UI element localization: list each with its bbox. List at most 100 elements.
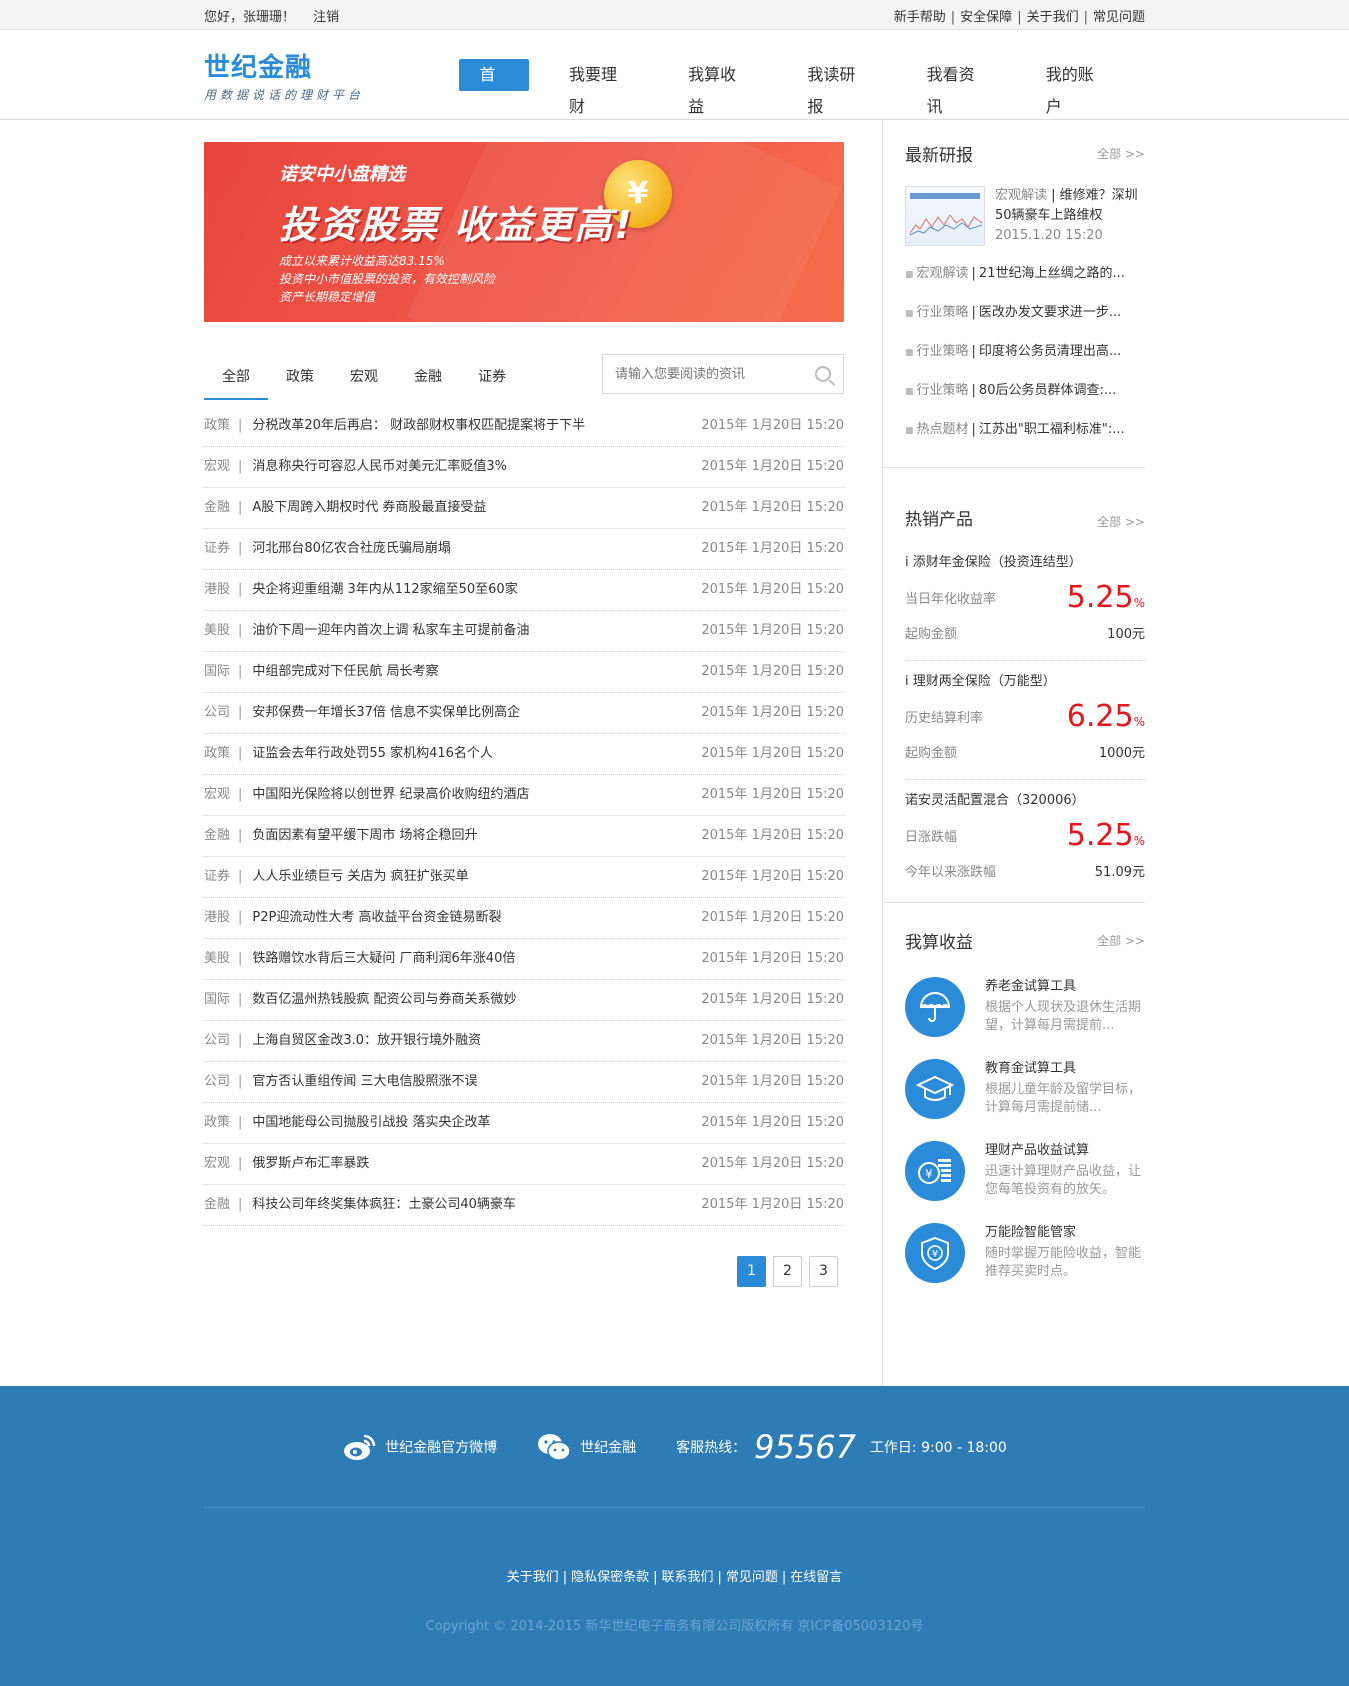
news-title[interactable]: 安邦保费一年增长37倍 信息不实保单比例高企 (252, 693, 701, 733)
news-row[interactable]: 公司 | 上海自贸区金改3.0：放开银行境外融资 2015年 1月20日 15:20 (204, 1021, 844, 1062)
news-title[interactable]: 铁路赠饮水背后三大疑问 厂商利润6年涨40倍 (252, 939, 701, 979)
news-title[interactable]: 油价下周一迎年内首次上调 私家车主可提前备油 (252, 611, 701, 651)
product-rate-value: 5.25 (1066, 817, 1134, 853)
nav-account[interactable]: 我的账户 (1026, 59, 1125, 116)
security-link[interactable]: 安全保障 (960, 10, 1012, 25)
report-item[interactable]: ■ 行业策略 | 80后公务员群体调查:... (905, 371, 1145, 410)
products-title: 热销产品 (905, 510, 973, 530)
logo[interactable]: 世纪金融 用数据说话的理财平台 (204, 47, 454, 103)
tool-item[interactable]: 教育金试算工具 根据儿童年龄及留学目标，计算每月需提前储... (905, 1059, 1145, 1141)
nav-news[interactable]: 我看资讯 (907, 59, 1006, 116)
footer-contact-link[interactable]: 联系我们 (661, 1570, 713, 1585)
report-item[interactable]: ■ 行业策略 | 医改办发文要求进一步... (905, 293, 1145, 332)
news-title[interactable]: 中组部完成对下任民航 局长考察 (252, 652, 701, 692)
reports-more-link[interactable]: 全部 >> (1097, 145, 1145, 162)
logout-link[interactable]: 注销 (313, 10, 339, 25)
news-title[interactable]: P2P迎流动性大考 高收益平台资金链易断裂 (252, 898, 701, 938)
news-row[interactable]: 证券 | 人人乐业绩巨亏 关店为 疯狂扩张买单 2015年 1月20日 15:20 (204, 857, 844, 898)
news-row[interactable]: 政策 | 证监会去年行政处罚55 家机构416名个人 2015年 1月20日 15:2… (204, 734, 844, 775)
news-date: 2015年 1月20日 15:20 (701, 541, 844, 556)
tab-securities[interactable]: 证券 (460, 360, 524, 400)
help-link[interactable]: 新手帮助 (894, 10, 946, 25)
news-row[interactable]: 证券 | 河北邢台80亿农合社庞氏骗局崩塌 2015年 1月20日 15:20 (204, 529, 844, 570)
product-card[interactable]: 诺安灵活配置混合（320006） 日涨跌幅 5.25% 今年以来涨跌幅 51.09元 (905, 780, 1145, 898)
page-1-button[interactable]: 1 (737, 1256, 766, 1287)
news-category: 国际 (204, 992, 231, 1007)
search-input[interactable] (615, 366, 815, 382)
tab-all[interactable]: 全部 (204, 360, 268, 400)
news-title[interactable]: A股下周跨入期权时代 券商股最直接受益 (252, 488, 701, 528)
news-row[interactable]: 金融 | 科技公司年终奖集体疯狂：土豪公司40辆豪车 2015年 1月20日 15:2… (204, 1185, 844, 1226)
news-row[interactable]: 美股 | 铁路赠饮水背后三大疑问 厂商利润6年涨40倍 2015年 1月20日 15:… (204, 939, 844, 980)
nav-reports[interactable]: 我读研报 (787, 59, 886, 116)
news-row[interactable]: 宏观 | 中国阳光保险将以创世界 纪录高价收购纽约酒店 2015年 1月20日 15:… (204, 775, 844, 816)
footer-faq-link[interactable]: 常见问题 (726, 1570, 778, 1585)
news-title[interactable]: 证监会去年行政处罚55 家机构416名个人 (252, 734, 701, 774)
news-title[interactable]: 负面因素有望平缓下周市 场将企稳回升 (252, 816, 701, 856)
news-title[interactable]: 数百亿温州热钱股疯 配资公司与券商关系微妙 (252, 980, 701, 1020)
news-separator: | (238, 746, 243, 761)
promo-banner[interactable]: ¥ 诺安中小盘精选 投资股票 收益更高! 成立以来累计收益高达83.15% 投资… (204, 142, 844, 322)
news-row[interactable]: 金融 | A股下周跨入期权时代 券商股最直接受益 2015年 1月20日 15:20 (204, 488, 844, 529)
news-title[interactable]: 上海自贸区金改3.0：放开银行境外融资 (252, 1021, 701, 1061)
wechat-link[interactable]: 世纪金融 (537, 1432, 636, 1462)
news-row[interactable]: 港股 | 央企将迎重组潮 3年内从112家缩至50至60家 2015年 1月20日 1… (204, 570, 844, 611)
tab-finance[interactable]: 金融 (396, 360, 460, 400)
tool-item[interactable]: ¥ 理财产品收益试算 迅速计算理财产品收益，让您每笔投资有的放矢。 (905, 1141, 1145, 1223)
page-2-button[interactable]: 2 (773, 1256, 802, 1287)
news-row[interactable]: 美股 | 油价下周一迎年内首次上调 私家车主可提前备油 2015年 1月20日 15:… (204, 611, 844, 652)
news-date: 2015年 1月20日 15:20 (701, 910, 844, 925)
nav-invest[interactable]: 我要理财 (549, 59, 648, 116)
news-title[interactable]: 中国地能母公司抛股引战投 落实央企改革 (252, 1103, 701, 1143)
news-title[interactable]: 央企将迎重组潮 3年内从112家缩至50至60家 (252, 570, 701, 610)
news-title[interactable]: 中国阳光保险将以创世界 纪录高价收购纽约酒店 (252, 775, 701, 815)
product-card[interactable]: i 理财两全保险（万能型） 历史结算利率 6.25% 起购金额 1000元 (905, 661, 1145, 780)
product-card[interactable]: i 添财年金保险（投资连结型） 当日年化收益率 5.25% 起购金额 100元 (905, 542, 1145, 661)
news-title[interactable]: 俄罗斯卢布汇率暴跌 (252, 1144, 701, 1184)
about-link[interactable]: 关于我们 (1027, 10, 1079, 25)
report-item-title: 21世纪海上丝绸之路的... (978, 266, 1125, 281)
faq-link[interactable]: 常见问题 (1093, 10, 1145, 25)
news-title[interactable]: 科技公司年终奖集体疯狂：土豪公司40辆豪车 (252, 1185, 701, 1225)
news-row[interactable]: 宏观 | 消息称央行可容忍人民币对美元汇率贬值3% 2015年 1月20日 15:20 (204, 447, 844, 488)
news-row[interactable]: 公司 | 安邦保费一年增长37倍 信息不实保单比例高企 2015年 1月20日 15:… (204, 693, 844, 734)
tab-macro[interactable]: 宏观 (332, 360, 396, 400)
footer-privacy-link[interactable]: 隐私保密条款 (571, 1570, 649, 1585)
tools-more-link[interactable]: 全部 >> (1097, 932, 1145, 949)
page-3-button[interactable]: 3 (809, 1256, 838, 1287)
footer-message-link[interactable]: 在线留言 (790, 1570, 842, 1585)
news-title[interactable]: 河北邢台80亿农合社庞氏骗局崩塌 (252, 529, 701, 569)
report-item[interactable]: ■ 行业策略 | 印度将公务员清理出高... (905, 332, 1145, 371)
news-title[interactable]: 分税改革20年后再启： 财政部财权事权匹配提案将于下半 (252, 406, 701, 446)
logo-slogan: 用数据说话的理财平台 (204, 88, 365, 102)
tool-item[interactable]: ¥ 万能险智能管家 随时掌握万能险收益，智能推荐买卖时点。 (905, 1223, 1145, 1305)
news-row[interactable]: 港股 | P2P迎流动性大考 高收益平台资金链易断裂 2015年 1月20日 15:2… (204, 898, 844, 939)
report-item[interactable]: ■ 宏观解读 | 21世纪海上丝绸之路的... (905, 254, 1145, 293)
tool-item[interactable]: 养老金试算工具 根据个人现状及退休生活期望，计算每月需提前... (905, 977, 1145, 1059)
nav-home[interactable]: 首页 (459, 59, 529, 116)
footer-about-link[interactable]: 关于我们 (507, 1570, 559, 1585)
svg-text:¥: ¥ (932, 1249, 938, 1260)
news-row[interactable]: 金融 | 负面因素有望平缓下周市 场将企稳回升 2015年 1月20日 15:20 (204, 816, 844, 857)
news-row[interactable]: 公司 | 官方否认重组传闻 三大电信股照涨不误 2015年 1月20日 15:20 (204, 1062, 844, 1103)
search-icon[interactable] (815, 366, 831, 382)
svg-text:¥: ¥ (925, 1167, 933, 1181)
news-separator: | (238, 951, 243, 966)
weibo-link[interactable]: 世纪金融官方微博 (342, 1432, 497, 1462)
news-category: 政策 (204, 418, 231, 433)
products-more-link[interactable]: 全部 >> (1097, 513, 1145, 530)
news-row[interactable]: 国际 | 中组部完成对下任民航 局长考察 2015年 1月20日 15:20 (204, 652, 844, 693)
report-item[interactable]: ■ 热点题材 | 江苏出"职工福利标准":... (905, 410, 1145, 449)
news-row[interactable]: 政策 | 中国地能母公司抛股引战投 落实央企改革 2015年 1月20日 15:20 (204, 1103, 844, 1144)
featured-report[interactable]: 宏观解读 | 维修难？深圳50辆豪车上路维权 2015.1.20 15:20 (905, 186, 1145, 246)
product-rate-label: 日涨跌幅 (905, 829, 958, 845)
news-row[interactable]: 国际 | 数百亿温州热钱股疯 配资公司与券商关系微妙 2015年 1月20日 15:2… (204, 980, 844, 1021)
nav-calculate[interactable]: 我算收益 (668, 59, 767, 116)
tab-policy[interactable]: 政策 (268, 360, 332, 400)
news-row[interactable]: 宏观 | 俄罗斯卢布汇率暴跌 2015年 1月20日 15:20 (204, 1144, 844, 1185)
tool-list: 养老金试算工具 根据个人现状及退休生活期望，计算每月需提前... 教育金试算工具 根据… (905, 977, 1145, 1305)
news-title[interactable]: 官方否认重组传闻 三大电信股照涨不误 (252, 1062, 701, 1102)
news-title[interactable]: 人人乐业绩巨亏 关店为 疯狂扩张买单 (252, 857, 701, 897)
news-row[interactable]: 政策 | 分税改革20年后再启： 财政部财权事权匹配提案将于下半 2015年 1月20… (204, 406, 844, 447)
news-title[interactable]: 消息称央行可容忍人民币对美元汇率贬值3% (252, 447, 701, 487)
